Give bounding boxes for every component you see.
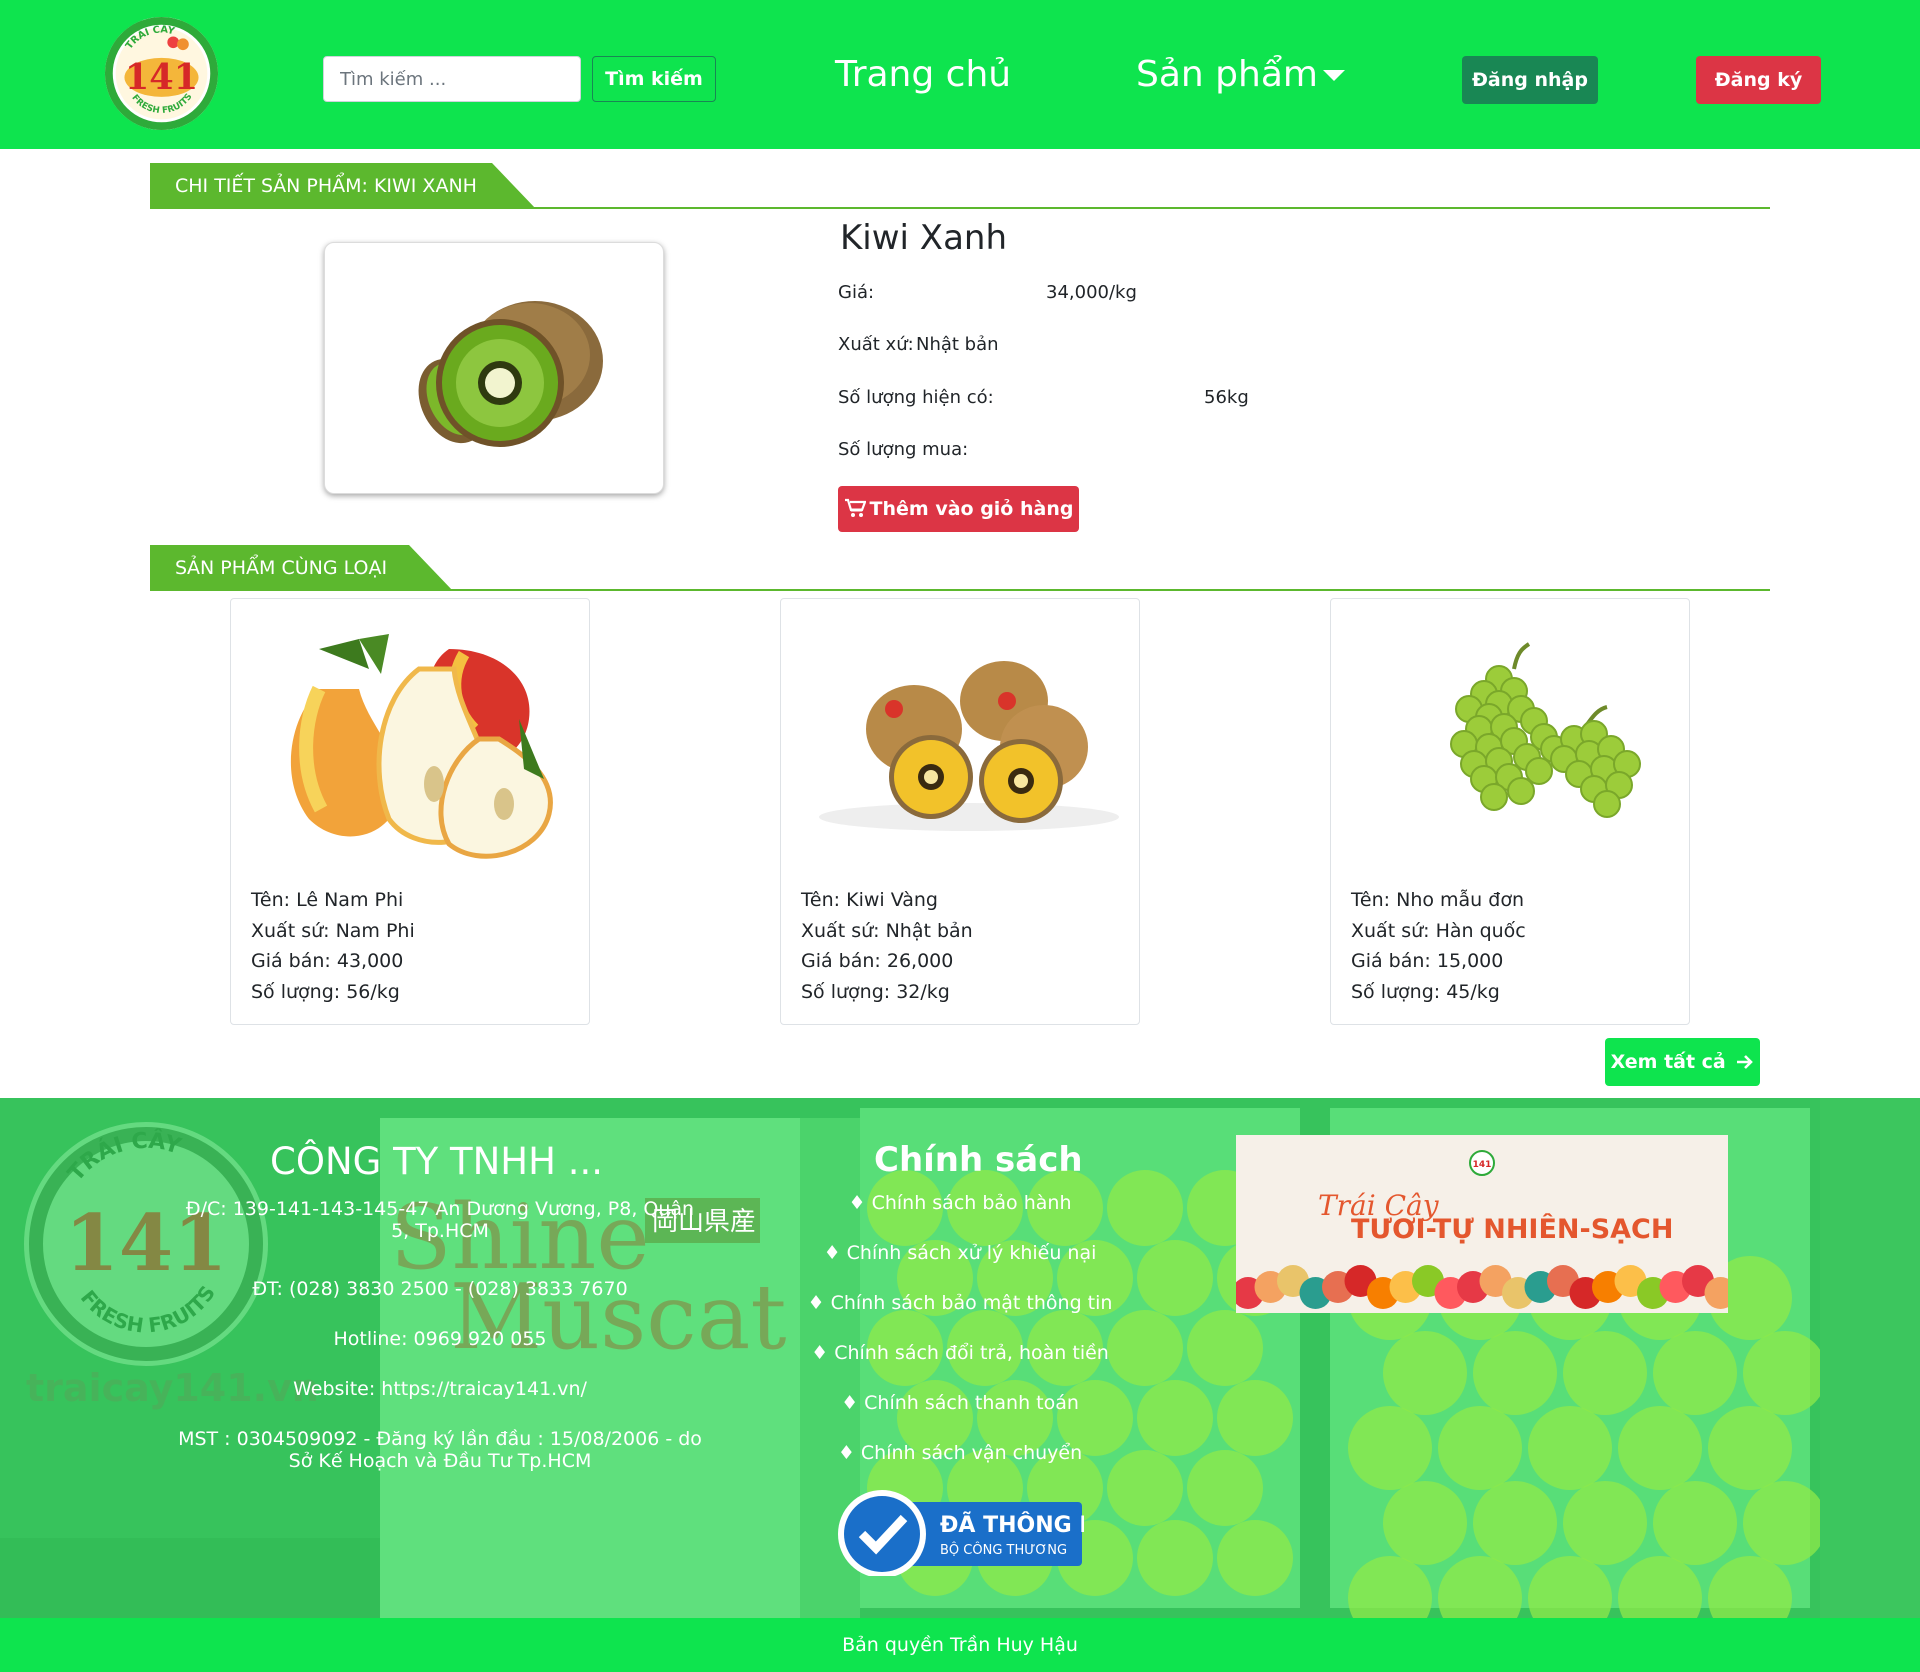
product-card-name: Tên: Nho mẫu đơn xyxy=(1351,889,1524,911)
svg-text:141: 141 xyxy=(125,57,198,98)
footer-grape xyxy=(1383,1481,1467,1565)
arrow-right-icon xyxy=(1737,1055,1754,1069)
login-button[interactable]: Đăng nhập xyxy=(1462,56,1598,104)
cart-icon xyxy=(844,498,867,517)
policy-title: Chính sách xyxy=(874,1140,1083,1180)
company-hotline: Hotline: 0969 920 055 xyxy=(333,1328,547,1350)
search-button[interactable]: Tìm kiếm xyxy=(592,56,716,102)
product-card-text: Tên: Nho mẫu đơn Xuất sứ: Hàn quốc Giá b… xyxy=(1351,885,1526,1007)
add-to-cart-button[interactable]: Thêm vào giỏ hàng xyxy=(838,486,1079,532)
nav-products-dropdown[interactable]: Sản phẩm xyxy=(1136,54,1318,95)
policy-link-complaints[interactable]: ♦ Chính sách xử lý khiếu nại xyxy=(760,1242,1160,1264)
svg-text:ĐÃ THÔNG BÁO: ĐÃ THÔNG BÁO xyxy=(940,1512,1084,1538)
stock-value: 56kg xyxy=(1204,387,1249,408)
product-card-price: Giá bán: 43,000 xyxy=(251,950,404,972)
register-button[interactable]: Đăng ký xyxy=(1696,56,1821,104)
footer-grape xyxy=(1653,1331,1737,1415)
kiwi-green-image xyxy=(418,301,603,447)
company-tax-id: MST : 0304509092 - Đăng ký lần đầu : 15/… xyxy=(178,1428,702,1472)
product-card[interactable]: Tên: Lê Nam Phi Xuất sứ: Nam Phi Giá bán… xyxy=(230,598,590,1025)
detail-section-title: CHI TIẾT SẢN PHẨM: KIWI XANH xyxy=(150,163,536,209)
footer-grape xyxy=(1528,1406,1612,1490)
footer-grape xyxy=(1618,1406,1702,1490)
copyright-bar: Bản quyền Trần Huy Hậu xyxy=(0,1618,1920,1672)
footer-grape xyxy=(1743,1331,1827,1415)
footer-grape xyxy=(1438,1406,1522,1490)
navbar: 141 TRÁI CÂY FRESH FRUITS Tìm kiếm Trang… xyxy=(0,0,1920,149)
ministry-verified-badge[interactable]: ĐÃ THÔNG BÁO BỘ CÔNG THƯƠNG xyxy=(836,1488,1084,1576)
price-value: 34,000/kg xyxy=(1046,282,1137,303)
footer-grape xyxy=(1383,1331,1467,1415)
see-all-button[interactable]: Xem tất cả xyxy=(1605,1038,1760,1086)
footer-grape xyxy=(1187,1450,1263,1526)
policy-link-warranty[interactable]: ♦ Chính sách bảo hành xyxy=(760,1192,1160,1214)
footer-grape xyxy=(1563,1331,1647,1415)
product-card[interactable]: Tên: Nho mẫu đơn Xuất sứ: Hàn quốc Giá b… xyxy=(1330,598,1690,1025)
pear-image xyxy=(290,634,553,859)
svg-text:TƯƠI-TỰ NHIÊN-SẠCH: TƯƠI-TỰ NHIÊN-SẠCH xyxy=(1351,1213,1673,1245)
product-card-name: Tên: Lê Nam Phi xyxy=(251,889,404,911)
related-section-title: SẢN PHẨM CÙNG LOẠI xyxy=(150,545,453,591)
product-card-name: Tên: Kiwi Vàng xyxy=(801,889,938,911)
footer-grape xyxy=(1708,1406,1792,1490)
footer-grape xyxy=(1563,1481,1647,1565)
policy-link-privacy[interactable]: ♦ Chính sách bảo mật thông tin xyxy=(760,1292,1160,1314)
product-card-qty: Số lượng: 32/kg xyxy=(801,980,950,1003)
product-card-text: Tên: Lê Nam Phi Xuất sứ: Nam Phi Giá bán… xyxy=(251,885,415,1007)
product-image xyxy=(324,242,664,494)
related-section-header: SẢN PHẨM CÙNG LOẠI xyxy=(150,545,1770,591)
product-card-origin: Xuất sứ: Nhật bản xyxy=(801,919,973,942)
stock-label: Số lượng hiện có: xyxy=(838,387,994,408)
footer-grape xyxy=(1653,1481,1737,1565)
company-phone: ĐT: (028) 3830 2500 - (028) 3833 7670 xyxy=(252,1278,628,1300)
footer-grape xyxy=(1743,1481,1827,1565)
fresh-fruit-banner[interactable]: 141 Trái Cây TƯƠI-TỰ NHIÊN-SẠCH xyxy=(1236,1135,1728,1313)
caret-down-icon[interactable] xyxy=(1323,70,1345,81)
product-card-price: Giá bán: 15,000 xyxy=(1351,950,1504,972)
origin-label: Xuất xứ: xyxy=(838,334,914,355)
origin-value: Nhật bản xyxy=(916,334,999,355)
footer-grape xyxy=(1217,1380,1293,1456)
footer-grape xyxy=(1473,1331,1557,1415)
company-website[interactable]: Website: https://traicay141.vn/ xyxy=(170,1378,710,1400)
grape-berry xyxy=(1507,777,1535,805)
footer-grape xyxy=(1348,1406,1432,1490)
product-card-qty: Số lượng: 56/kg xyxy=(251,980,400,1003)
policy-link-refund[interactable]: ♦ Chính sách đổi trả, hoàn tiền xyxy=(760,1342,1160,1364)
product-card-price: Giá bán: 26,000 xyxy=(801,950,954,972)
grape-berry xyxy=(1525,757,1553,785)
footer-grape xyxy=(1217,1520,1293,1596)
grape-berry xyxy=(1480,783,1508,811)
policy-link-shipping[interactable]: ♦ Chính sách vận chuyển xyxy=(760,1442,1160,1464)
qty-label: Số lượng mua: xyxy=(838,439,969,460)
product-card-origin: Xuất sứ: Nam Phi xyxy=(251,919,415,942)
product-card-text: Tên: Kiwi Vàng Xuất sứ: Nhật bản Giá bán… xyxy=(801,885,973,1007)
kiwi-gold-image xyxy=(819,661,1119,831)
product-card[interactable]: Tên: Kiwi Vàng Xuất sứ: Nhật bản Giá bán… xyxy=(780,598,1140,1025)
price-label: Giá: xyxy=(838,282,875,303)
company-name: CÔNG TY TNHH ... xyxy=(270,1140,603,1183)
search-input[interactable] xyxy=(323,56,581,102)
footer-grape xyxy=(1137,1520,1213,1596)
grape-berry xyxy=(1593,790,1621,818)
footer: Shine Muscat 岡山県産 141 TRÁI CÂY FRESH FRU… xyxy=(0,1098,1920,1618)
footer-grape xyxy=(1473,1481,1557,1565)
product-card-origin: Xuất sứ: Hàn quốc xyxy=(1351,919,1526,942)
footer-grape xyxy=(1187,1310,1263,1386)
site-logo[interactable]: 141 TRÁI CÂY FRESH FRUITS xyxy=(103,15,220,132)
product-name: Kiwi Xanh xyxy=(840,218,1008,258)
nav-home-link[interactable]: Trang chủ xyxy=(835,54,1011,95)
detail-section-header: CHI TIẾT SẢN PHẨM: KIWI XANH xyxy=(150,163,1770,209)
company-address: Đ/C: 139-141-143-145-47 An Dương Vương, … xyxy=(185,1198,695,1242)
product-card-qty: Số lượng: 45/kg xyxy=(1351,980,1500,1003)
policy-link-payment[interactable]: ♦ Chính sách thanh toán xyxy=(760,1392,1160,1414)
copyright-text: Bản quyền Trần Huy Hậu xyxy=(842,1634,1078,1656)
svg-text:141: 141 xyxy=(1473,1160,1492,1170)
grape-image xyxy=(1450,642,1641,818)
svg-text:BỘ CÔNG THƯƠNG: BỘ CÔNG THƯƠNG xyxy=(940,1542,1067,1558)
